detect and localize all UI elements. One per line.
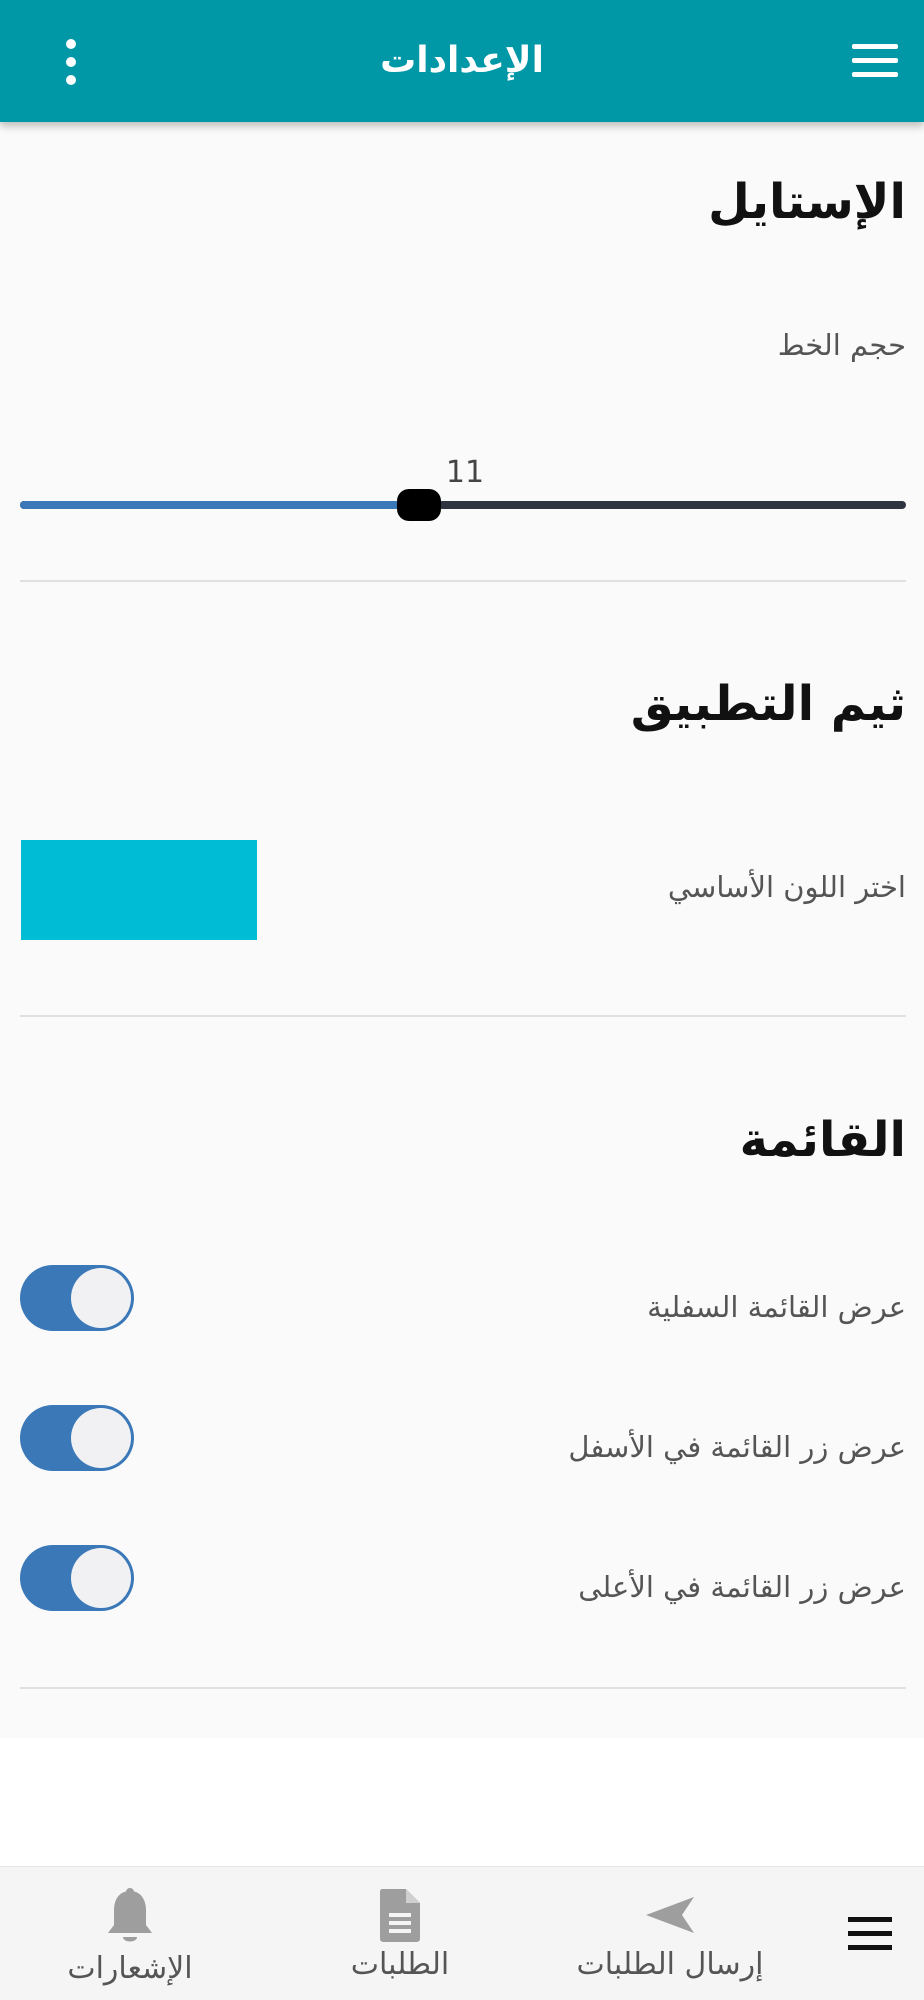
style-section-title: الإستايل: [708, 174, 906, 230]
section-divider: [20, 1687, 906, 1689]
toggle-label-menu-button-bottom: عرض زر القائمة في الأسفل: [568, 1430, 906, 1464]
primary-color-label: اختر اللون الأساسي: [667, 870, 906, 904]
font-size-label: حجم الخط: [777, 328, 906, 362]
toggle-menu-button-top[interactable]: [20, 1545, 134, 1611]
hamburger-menu-icon[interactable]: [852, 44, 898, 78]
document-icon: [380, 1889, 420, 1942]
section-divider: [20, 580, 906, 582]
slider-thumb[interactable]: [397, 489, 441, 521]
send-icon: [646, 1897, 694, 1933]
nav-item-notifications[interactable]: الإشعارات: [30, 1867, 230, 2000]
font-size-slider[interactable]: 11: [20, 455, 906, 527]
bottom-navigation: الإشعارات الطلبات إرسال الطلبات: [0, 1866, 924, 2000]
toggle-knob: [71, 1268, 131, 1328]
section-divider: [20, 1015, 906, 1017]
settings-content: الإستايل حجم الخط 11 ثيم التطبيق اختر ال…: [0, 122, 924, 1738]
theme-section-title: ثيم التطبيق: [630, 676, 906, 732]
toggle-knob: [71, 1408, 131, 1468]
nav-label-notifications: الإشعارات: [67, 1951, 193, 1986]
settings-screen: الإعدادات الإستايل حجم الخط 11 ثيم التطب…: [0, 0, 924, 2000]
bell-icon: [108, 1888, 152, 1942]
nav-label-send-requests: إرسال الطلبات: [576, 1947, 764, 1982]
toggle-label-menu-button-top: عرض زر القائمة في الأعلى: [578, 1570, 906, 1604]
hamburger-menu-icon[interactable]: [848, 1917, 892, 1951]
primary-color-swatch[interactable]: [21, 840, 257, 940]
page-title: الإعدادات: [380, 40, 544, 81]
nav-item-requests[interactable]: الطلبات: [300, 1867, 500, 2000]
toggle-menu-button-bottom[interactable]: [20, 1405, 134, 1471]
toggle-bottom-menu[interactable]: [20, 1265, 134, 1331]
font-size-value: 11: [445, 455, 485, 490]
toggle-knob: [71, 1548, 131, 1608]
slider-active-track: [20, 501, 419, 509]
nav-item-send-requests[interactable]: إرسال الطلبات: [560, 1867, 780, 2000]
app-bar: الإعدادات: [0, 0, 924, 122]
menu-section-title: القائمة: [739, 1112, 906, 1168]
nav-label-requests: الطلبات: [350, 1947, 450, 1982]
toggle-label-bottom-menu: عرض القائمة السفلية: [647, 1290, 906, 1324]
